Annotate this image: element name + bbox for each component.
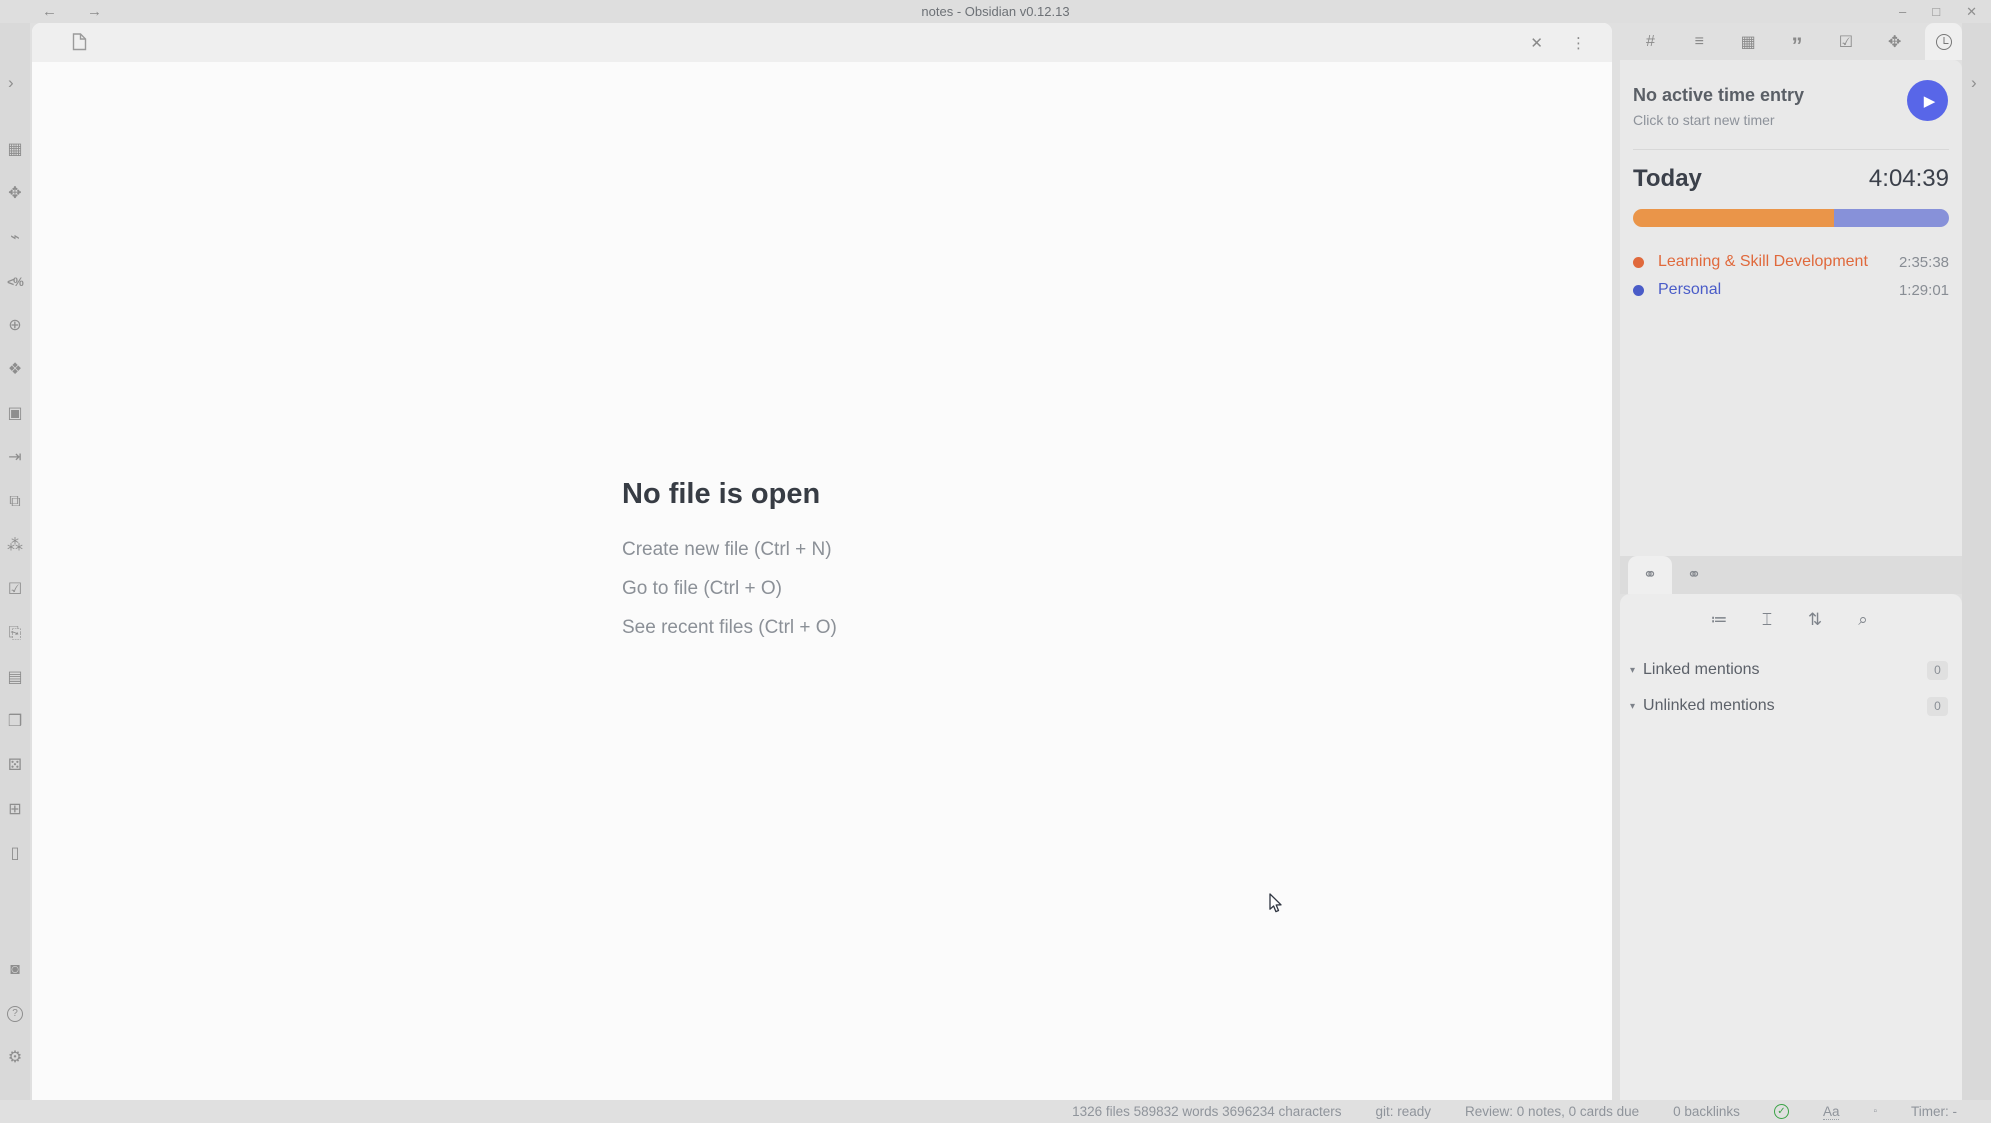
tab-outgoing-links-icon[interactable]: ⚭ [1672, 556, 1716, 594]
timer-entry-row[interactable]: Personal 1:29:01 [1633, 276, 1949, 304]
collapse-results-icon[interactable]: ⌶ [1756, 610, 1778, 630]
document-icon [72, 33, 87, 56]
backlinks-panel: ≔ ⌶ ⇅ ⌕ ▾ Linked mentions 0 ▾ Unlinked m… [1620, 594, 1962, 1100]
unlinked-mentions-count: 0 [1927, 697, 1948, 716]
left-ribbon: › ▦ ✥ ⌁ <% ⊕ ❖ ▣ ⇥ ⧉ ⁂ ☑ ⎘ ▤ ❒ ⚄ ⊞ ▯ ◙ ?… [0, 23, 30, 1100]
today-progress-bar [1633, 209, 1949, 227]
more-options-icon[interactable]: ⋮ [1571, 34, 1586, 52]
spellcheck-toggle[interactable]: Aa [1823, 1104, 1840, 1120]
go-to-file-link[interactable]: Go to file (Ctrl + O) [622, 578, 1022, 600]
daily-note-icon[interactable]: ▯ [0, 832, 30, 876]
progress-segment-personal [1834, 209, 1949, 227]
table-icon[interactable]: ▦ [0, 128, 30, 172]
tab-quote-icon[interactable]: ” [1779, 23, 1816, 60]
folder-send-icon[interactable]: ▤ [0, 656, 30, 700]
table-gear-icon[interactable]: ⊞ [0, 788, 30, 832]
unlinked-mentions-label: Unlinked mentions [1643, 697, 1927, 715]
empty-state: No file is open Create new file (Ctrl + … [32, 478, 1612, 656]
editor-pane: ✕ ⋮ No file is open Create new file (Ctr… [32, 23, 1612, 1100]
tab-timer-icon[interactable] [1925, 23, 1962, 60]
tab-graph-icon[interactable]: ✥ [1876, 23, 1913, 60]
tab-table-icon[interactable]: ▦ [1730, 23, 1767, 60]
slides-icon[interactable]: ⧉ [0, 480, 30, 524]
collapse-triangle-icon: ▾ [1630, 665, 1635, 676]
list-icon[interactable]: ≔ [1708, 610, 1730, 630]
see-recent-files-link[interactable]: See recent files (Ctrl + O) [622, 617, 1022, 639]
maximize-button[interactable]: □ [1932, 4, 1940, 19]
vscode-icon[interactable]: ❖ [0, 348, 30, 392]
git-status[interactable]: git: ready [1376, 1104, 1432, 1119]
sort-icon[interactable]: ⇅ [1804, 610, 1826, 630]
collapse-triangle-icon: ▾ [1630, 701, 1635, 712]
minimize-button[interactable]: – [1899, 4, 1906, 19]
start-timer-button[interactable]: ▶ [1907, 80, 1948, 121]
sign-in-icon[interactable]: ⇥ [0, 436, 30, 480]
titlebar: ← → notes - Obsidian v0.12.13 – □ ✕ [0, 0, 1991, 23]
close-pane-icon[interactable]: ✕ [1530, 34, 1543, 52]
backlinks-tabstrip: ⚭ ⚭ [1620, 556, 1962, 594]
right-sidebar-tabstrip: # ≡ ▦ ” ☑ ✥ [1620, 23, 1962, 60]
templater-icon[interactable]: <% [0, 260, 30, 304]
tab-calendar-icon[interactable]: ☑ [1827, 23, 1864, 60]
help-icon[interactable]: ? [0, 992, 30, 1036]
unlinked-mentions-section[interactable]: ▾ Unlinked mentions 0 [1620, 688, 1962, 724]
search-icon[interactable]: ⌕ [1852, 610, 1874, 630]
today-label: Today [1633, 165, 1702, 193]
entry-label: Learning & Skill Development [1658, 253, 1899, 271]
tab-backlinks-icon[interactable]: ⚭ [1628, 556, 1672, 594]
blocks-icon[interactable]: ❒ [0, 700, 30, 744]
photos-icon[interactable]: ▣ [0, 392, 30, 436]
create-new-file-link[interactable]: Create new file (Ctrl + N) [622, 539, 1022, 561]
settings-icon[interactable]: ⚙ [0, 1036, 30, 1080]
divider [1633, 149, 1949, 150]
statusbar: 1326 files 589832 words 3696234 characte… [0, 1100, 1991, 1123]
timer-entry-row[interactable]: Learning & Skill Development 2:35:38 [1633, 248, 1949, 276]
dice-icon[interactable]: ⚄ [0, 744, 30, 788]
linked-mentions-count: 0 [1927, 661, 1948, 680]
timer-status-item[interactable]: Timer: - [1911, 1104, 1957, 1119]
review-status[interactable]: Review: 0 notes, 0 cards due [1465, 1104, 1639, 1119]
backlinks-count[interactable]: 0 backlinks [1673, 1104, 1740, 1119]
tab-outline-icon[interactable]: ≡ [1681, 23, 1718, 60]
entry-time: 1:29:01 [1899, 282, 1949, 299]
no-active-entry-label: No active time entry [1633, 85, 1949, 106]
zip-icon[interactable]: ⌁ [0, 216, 30, 260]
category-dot [1633, 257, 1644, 268]
vault-icon[interactable]: ◙ [0, 948, 30, 992]
today-total-time: 4:04:39 [1869, 165, 1949, 193]
tab-tags-icon[interactable]: # [1632, 23, 1669, 60]
linked-mentions-section[interactable]: ▾ Linked mentions 0 [1620, 652, 1962, 688]
expand-right-sidebar-icon[interactable]: › [1971, 73, 1977, 93]
calendar-check-icon[interactable]: ☑ [0, 568, 30, 612]
entry-label: Personal [1658, 281, 1899, 299]
timer-status[interactable]: No active time entry Click to start new … [1633, 85, 1949, 128]
expand-sidebar-icon[interactable]: › [8, 73, 14, 93]
right-edge-strip: › [1962, 23, 1991, 1100]
network-icon[interactable]: ⁂ [0, 524, 30, 568]
start-timer-hint: Click to start new timer [1633, 112, 1949, 128]
graph-arrows-icon[interactable]: ✥ [0, 172, 30, 216]
close-window-button[interactable]: ✕ [1966, 4, 1977, 20]
progress-segment-learning [1633, 209, 1834, 227]
globe-icon[interactable]: ⊕ [0, 304, 30, 348]
linked-mentions-label: Linked mentions [1643, 661, 1927, 679]
editor-pane-header: ✕ ⋮ [32, 23, 1612, 62]
timer-panel: No active time entry Click to start new … [1620, 60, 1962, 556]
small-square-icon: ▫ [1873, 1106, 1877, 1117]
copy-files-icon[interactable]: ⎘ [0, 612, 30, 656]
window-title: notes - Obsidian v0.12.13 [0, 4, 1991, 19]
entry-time: 2:35:38 [1899, 254, 1949, 271]
file-stats: 1326 files 589832 words 3696234 characte… [1072, 1104, 1341, 1119]
empty-state-title: No file is open [622, 478, 1022, 511]
category-dot [1633, 285, 1644, 296]
clock-icon [1936, 34, 1952, 50]
sync-check-icon: ✓ [1774, 1104, 1789, 1119]
play-icon: ▶ [1924, 92, 1936, 110]
